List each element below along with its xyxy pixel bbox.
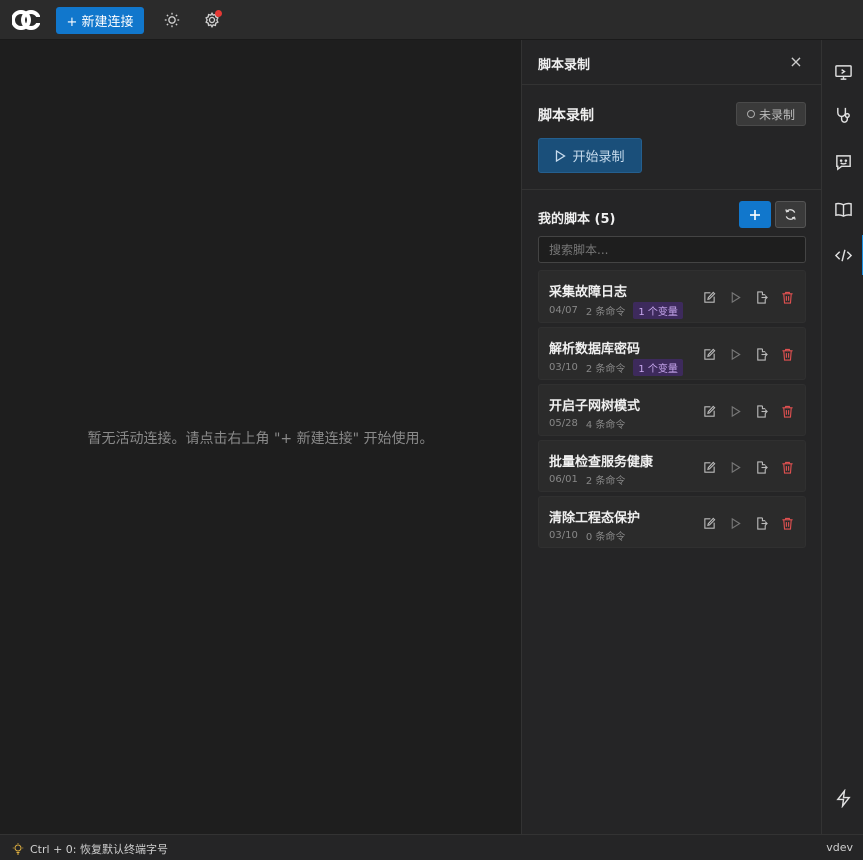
edit-icon[interactable] xyxy=(701,403,717,419)
script-meta: 06/01 2 条命令 xyxy=(549,472,625,487)
scripts-heading: 我的脚本 (5) xyxy=(538,208,615,227)
script-meta: 05/28 4 条命令 xyxy=(549,416,625,431)
export-icon[interactable] xyxy=(753,346,769,362)
run-play-icon[interactable] xyxy=(727,515,743,531)
close-icon[interactable]: × xyxy=(788,52,804,72)
script-meta: 04/07 2 条命令 1 个变量 xyxy=(549,302,683,319)
run-play-icon[interactable] xyxy=(727,403,743,419)
script-name: 采集故障日志 xyxy=(549,285,628,300)
script-list-item[interactable]: 清除工程态保护 03/10 0 条命令 xyxy=(538,496,806,548)
refresh-icon xyxy=(785,209,796,220)
bolt-icon[interactable] xyxy=(822,778,863,818)
script-list: 采集故障日志 04/07 2 条命令 1 个变量 解析数据库密码 03/10 2 条命令 1 … xyxy=(538,270,806,552)
play-icon xyxy=(556,149,567,162)
script-date: 06/01 xyxy=(549,474,578,485)
recording-title: 脚本录制 xyxy=(538,108,594,124)
edit-icon[interactable] xyxy=(701,515,717,531)
new-connection-button[interactable]: + 新建连接 xyxy=(56,7,144,34)
stethoscope-icon[interactable] xyxy=(822,95,863,135)
lightbulb-icon xyxy=(12,843,24,855)
script-date: 04/07 xyxy=(549,305,578,316)
export-icon[interactable] xyxy=(753,403,769,419)
panel-header: 脚本录制 × xyxy=(522,40,822,85)
script-command-count: 2 条命令 xyxy=(585,476,626,487)
delete-trash-icon[interactable] xyxy=(779,403,795,419)
plus-icon xyxy=(750,209,760,220)
edit-icon[interactable] xyxy=(701,289,717,305)
code-icon[interactable] xyxy=(822,235,863,275)
script-actions xyxy=(701,515,795,531)
recording-status-text: 未录制 xyxy=(758,107,795,122)
script-actions xyxy=(701,289,795,305)
script-name: 清除工程态保护 xyxy=(549,511,641,526)
right-rail xyxy=(821,40,863,834)
script-name: 解析数据库密码 xyxy=(549,342,641,357)
script-actions xyxy=(701,346,795,362)
delete-trash-icon[interactable] xyxy=(779,289,795,305)
theme-toggle-icon[interactable] xyxy=(162,10,182,30)
monitor-icon[interactable] xyxy=(822,52,863,92)
recording-section: 脚本录制 未录制 开始录制 xyxy=(522,85,822,190)
terminal-area: 暂无活动连接。请点击右上角 "+ 新建连接" 开始使用。 xyxy=(0,40,521,834)
script-list-item[interactable]: 开启子网树模式 05/28 4 条命令 xyxy=(538,384,806,436)
scripts-heading-label: 我的脚本 xyxy=(538,212,591,227)
shortcut-hint-text: Ctrl + 0: 恢复默认终端字号 xyxy=(30,843,168,856)
script-name: 开启子网树模式 xyxy=(549,399,641,414)
variables-badge: 1 个变量 xyxy=(633,359,683,376)
settings-gear-icon[interactable] xyxy=(202,10,222,30)
export-icon[interactable] xyxy=(753,459,769,475)
app-logo-icon xyxy=(11,8,41,32)
add-script-button[interactable] xyxy=(739,201,771,228)
export-icon[interactable] xyxy=(753,515,769,531)
script-panel: 脚本录制 × 脚本录制 未录制 开始录制 我的脚本 (5) 搜索脚本... 采集… xyxy=(521,40,822,834)
refresh-scripts-button[interactable] xyxy=(775,201,806,228)
status-bar: Ctrl + 0: 恢复默认终端字号 vdev xyxy=(0,834,863,860)
empty-state-message: 暂无活动连接。请点击右上角 "+ 新建连接" 开始使用。 xyxy=(87,431,434,447)
start-recording-button[interactable]: 开始录制 xyxy=(538,138,642,173)
edit-icon[interactable] xyxy=(701,346,717,362)
top-bar: + 新建连接 xyxy=(0,0,863,40)
script-date: 03/10 xyxy=(549,362,578,373)
panel-title: 脚本录制 xyxy=(538,58,591,73)
script-actions xyxy=(701,403,795,419)
book-icon[interactable] xyxy=(822,189,863,229)
script-command-count: 2 条命令 xyxy=(585,364,626,375)
status-ring-icon xyxy=(746,110,755,118)
delete-trash-icon[interactable] xyxy=(779,459,795,475)
notification-dot xyxy=(215,10,222,17)
shortcut-hint: Ctrl + 0: 恢复默认终端字号 xyxy=(12,841,168,857)
script-name: 批量检查服务健康 xyxy=(549,455,654,470)
script-date: 03/10 xyxy=(549,530,578,541)
script-list-item[interactable]: 批量检查服务健康 06/01 2 条命令 xyxy=(538,440,806,492)
variables-badge: 1 个变量 xyxy=(633,302,683,319)
run-play-icon[interactable] xyxy=(727,346,743,362)
script-date: 05/28 xyxy=(549,418,578,429)
export-icon[interactable] xyxy=(753,289,769,305)
version-label: vdev xyxy=(826,841,853,854)
script-meta: 03/10 0 条命令 xyxy=(549,528,625,543)
scripts-count: (5) xyxy=(594,212,616,227)
recording-status-badge: 未录制 xyxy=(735,102,806,126)
script-meta: 03/10 2 条命令 1 个变量 xyxy=(549,359,683,376)
delete-trash-icon[interactable] xyxy=(779,346,795,362)
chat-icon[interactable] xyxy=(822,142,863,182)
script-list-item[interactable]: 采集故障日志 04/07 2 条命令 1 个变量 xyxy=(538,270,806,323)
edit-icon[interactable] xyxy=(701,459,717,475)
run-play-icon[interactable] xyxy=(727,289,743,305)
script-actions xyxy=(701,459,795,475)
run-play-icon[interactable] xyxy=(727,459,743,475)
script-command-count: 4 条命令 xyxy=(585,420,626,431)
script-command-count: 2 条命令 xyxy=(585,307,626,318)
delete-trash-icon[interactable] xyxy=(779,515,795,531)
script-command-count: 0 条命令 xyxy=(585,532,626,543)
search-scripts-input[interactable] xyxy=(538,236,806,263)
script-list-item[interactable]: 解析数据库密码 03/10 2 条命令 1 个变量 xyxy=(538,327,806,380)
start-recording-label: 开始录制 xyxy=(572,150,625,165)
